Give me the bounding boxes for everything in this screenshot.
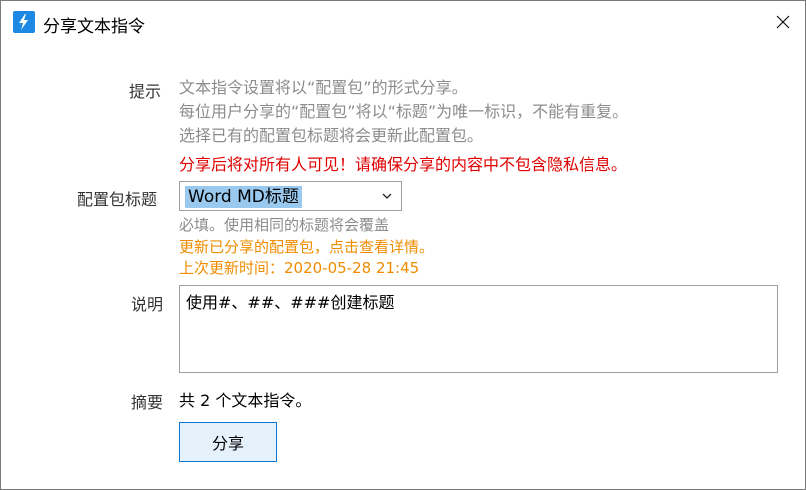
lightning-icon	[13, 11, 35, 33]
description-label: 说明	[131, 295, 164, 314]
close-button[interactable]	[761, 1, 805, 43]
required-note: 必填。使用相同的标题将会覆盖	[179, 216, 390, 234]
hint-label: 提示	[129, 82, 162, 101]
hint-line-1: 文本指令设置将以“配置包”的形式分享。	[179, 78, 468, 97]
package-title-select[interactable]: Word MD标题	[179, 181, 402, 211]
share-button[interactable]: 分享	[179, 422, 277, 462]
description-textarea[interactable]: 使用#、##、###创建标题	[179, 285, 778, 373]
privacy-warning: 分享后将对所有人可见！请确保分享的内容中不包含隐私信息。	[179, 155, 628, 174]
hint-line-2: 每位用户分享的“配置包”将以“标题”为唯一标识，不能有重复。	[179, 102, 629, 121]
window-title: 分享文本指令	[43, 17, 145, 37]
package-title-value: Word MD标题	[185, 186, 302, 208]
chevron-down-icon	[382, 193, 392, 199]
hint-line-3: 选择已有的配置包标题将会更新此配置包。	[179, 126, 484, 145]
last-updated-text: 上次更新时间：2020-05-28 21:45	[179, 259, 420, 277]
title-bar: 分享文本指令	[1, 1, 805, 45]
summary-text: 共 2 个文本指令。	[179, 391, 312, 410]
summary-label: 摘要	[131, 393, 164, 412]
share-dialog: 分享文本指令 提示 文本指令设置将以“配置包”的形式分享。 每位用户分享的“配置…	[0, 0, 806, 490]
package-title-label: 配置包标题	[77, 190, 158, 209]
close-icon	[776, 15, 790, 29]
update-details-link[interactable]: 更新已分享的配置包，点击查看详情。	[179, 236, 434, 257]
